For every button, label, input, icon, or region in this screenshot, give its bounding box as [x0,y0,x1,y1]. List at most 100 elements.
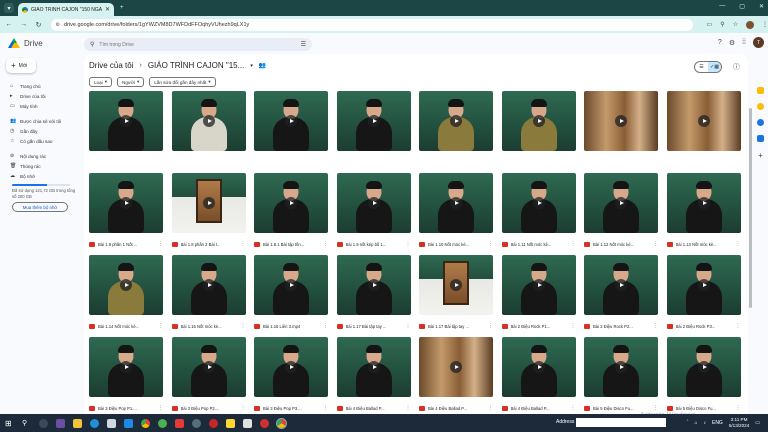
file-title-row[interactable]: Bài 1.8 phần 2 Bài t... ⋮ [171,240,246,248]
store-icon[interactable] [124,418,133,428]
browser-menu-icon[interactable]: ⋮ [762,21,768,28]
chrome-icon[interactable] [141,418,150,428]
app-rec-icon[interactable] [209,418,218,428]
more-actions-icon[interactable]: ⋮ [158,323,163,329]
search-icon[interactable]: ⚲ [22,419,31,428]
file-explorer-icon[interactable] [73,418,82,428]
file-card[interactable]: Bài 1.15 Nốt móc kè... ⋮ [171,255,246,333]
play-icon[interactable] [697,115,710,127]
close-window-icon[interactable]: ✕ [759,3,764,10]
app-red2-icon[interactable] [260,418,269,428]
new-tab-icon[interactable]: + [120,5,124,11]
folder-icon[interactable] [226,418,235,428]
file-card[interactable] [254,91,328,169]
maximize-icon[interactable]: ▢ [739,3,745,10]
file-title-row[interactable]: Bài 1.11 Nốt móc kè... ⋮ [501,240,576,248]
file-title-row[interactable]: Bài 1.15 Nốt móc kè... ⋮ [171,322,246,330]
file-card[interactable]: Bài 1.8.1 Bài tập tốn... ⋮ [254,173,328,251]
search-options-icon[interactable]: ☰ [301,41,306,48]
video-thumbnail[interactable] [254,255,328,315]
file-card[interactable]: Bài 3 Điệu Pop P1.... ⋮ [89,337,163,414]
file-title-row[interactable]: Bài 3 Điệu Pop P1.... ⋮ [89,404,163,412]
play-icon[interactable] [532,115,545,127]
keep-icon[interactable] [757,103,764,110]
play-icon[interactable] [697,361,710,373]
more-actions-icon[interactable]: ⋮ [488,323,493,329]
file-card[interactable]: Bài 1.13 Nốt móc kè... ⋮ [666,173,741,251]
sidebar-item-computers[interactable]: ▭ Máy tính [6,101,81,111]
more-actions-icon[interactable]: ⋮ [571,241,576,247]
buy-storage-button[interactable]: Mua thêm bộ nhớ [12,202,68,212]
play-icon[interactable] [615,115,627,127]
more-actions-icon[interactable]: ⋮ [653,323,658,329]
file-title-row[interactable]: Bài 1.13 Nốt móc kè... ⋮ [666,240,741,248]
account-avatar[interactable]: T [753,37,764,48]
file-card[interactable]: Bài 1.10 Nốt móc kè... ⋮ [419,173,493,251]
premiere-icon[interactable] [56,418,65,428]
video-thumbnail[interactable] [584,337,658,397]
file-card[interactable]: Bài 4 Điệu Ballad P... ⋮ [336,337,411,414]
file-title-row[interactable]: Bài 3 Điệu Pop P3.... ⋮ [254,404,328,412]
video-thumbnail[interactable] [336,255,411,315]
site-info-icon[interactable]: ⚙ [56,22,60,28]
file-card[interactable]: Bài 2 Điệu Rock P2... ⋮ [584,255,658,333]
more-actions-icon[interactable]: ⋮ [571,405,576,411]
sidebar-item-recent[interactable]: ◷ Gần đây [6,126,81,136]
clock[interactable]: 3:11 PM 5/13/2024 [729,417,749,429]
drive-logo[interactable]: Drive [8,38,43,48]
filter-people[interactable]: Người ▾ [117,77,145,87]
contacts-icon[interactable] [757,135,764,142]
list-view-icon[interactable]: ☰ [695,62,708,72]
play-icon[interactable] [615,361,627,373]
file-card[interactable]: Bài 2 Điệu Rock P1... ⋮ [501,255,576,333]
video-thumbnail[interactable] [254,173,328,233]
address-toolbar-input[interactable] [576,418,666,427]
file-card[interactable]: Bài 1.11 Nốt móc kè... ⋮ [501,173,576,251]
play-icon[interactable] [450,115,462,127]
app-red-icon[interactable] [175,418,184,428]
file-title-row[interactable]: Bài 4 Điệu Ballad P... ⋮ [501,404,576,412]
file-card[interactable]: Bài 3 Điệu Pop P3.... ⋮ [254,337,328,414]
file-card[interactable]: Bài 1.17 Bài tập tay ... ⋮ [336,255,411,333]
app-circle-icon[interactable] [192,418,201,428]
file-card[interactable] [336,91,411,169]
play-icon[interactable] [285,279,297,291]
play-icon[interactable] [202,197,215,209]
play-icon[interactable] [202,115,215,127]
address-bar[interactable]: ⚙ drive.google.com/drive/folders/1gYWZVM… [50,18,693,31]
app-icon[interactable] [107,418,116,428]
video-thumbnail[interactable] [501,173,576,233]
sidebar-item-starred[interactable]: ☆ Có gắn dấu sao [6,136,81,146]
play-icon[interactable] [202,279,215,291]
app-white-icon[interactable] [243,418,252,428]
file-card[interactable]: Bài 4 Điệu Ballad P... ⋮ [419,337,493,414]
file-title-row[interactable]: Bài 2 Điệu Rock P3... ⋮ [666,322,741,330]
file-card[interactable]: Bài 1.14 Nốt móc kè... ⋮ [89,255,163,333]
file-title-row[interactable]: Bài 3 Điệu Pop P2.... ⋮ [171,404,246,412]
play-icon[interactable] [450,197,462,209]
play-icon[interactable] [450,279,462,291]
new-button[interactable]: + Mới [6,58,36,73]
file-card[interactable]: Bài 1.17 Bài tập tay ... ⋮ [419,255,493,333]
sidebar-item-my-drive[interactable]: ▸ Drive của tôi [6,91,81,101]
video-thumbnail[interactable] [89,173,163,233]
more-actions-icon[interactable]: ⋮ [488,405,493,411]
video-thumbnail[interactable] [419,91,493,151]
more-actions-icon[interactable]: ⋮ [406,323,411,329]
back-icon[interactable]: ← [3,21,15,28]
video-thumbnail[interactable] [171,337,246,397]
chrome-active-icon[interactable] [276,417,287,429]
more-actions-icon[interactable]: ⋮ [323,241,328,247]
file-card[interactable]: Bài 5 Điệu Disco Fu... ⋮ [584,337,658,414]
file-card[interactable] [171,91,246,169]
more-actions-icon[interactable]: ⋮ [406,241,411,247]
play-icon[interactable] [532,279,545,291]
cast-icon[interactable]: ▭ [707,21,713,28]
video-thumbnail[interactable] [584,91,658,151]
video-thumbnail[interactable] [336,173,411,233]
file-card[interactable]: Bài 3 Điệu Pop P2.... ⋮ [171,337,246,414]
task-view-icon[interactable] [39,418,48,428]
file-title-row[interactable]: Bài 4 Điệu Ballad P... ⋮ [419,404,493,412]
more-actions-icon[interactable]: ⋮ [323,323,328,329]
play-icon[interactable] [285,115,297,127]
